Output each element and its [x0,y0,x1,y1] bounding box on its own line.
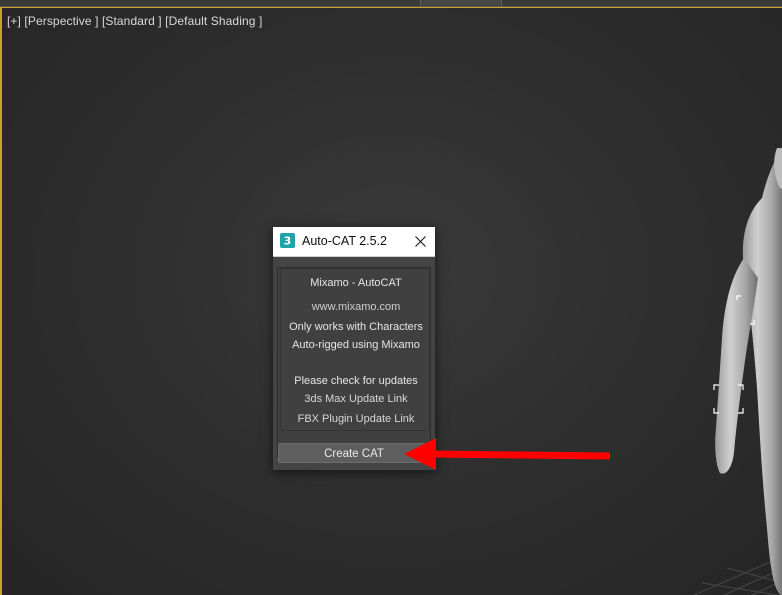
website-link[interactable]: www.mixamo.com [281,301,431,313]
rollout-panel: Mixamo - AutoCAT www.mixamo.com Only wor… [277,267,431,458]
info-group: Mixamo - AutoCAT www.mixamo.com Only wor… [280,268,430,431]
top-toolbar-strip [0,0,782,7]
max-update-link[interactable]: 3ds Max Update Link [281,393,431,405]
note-mixamo: Auto-rigged using Mixamo [292,339,420,351]
heading-label: Mixamo - AutoCAT [310,277,402,289]
3ds-max-app-icon: 3 [280,233,295,248]
note-characters: Only works with Characters [289,321,423,333]
toolbar-tab-segment[interactable] [420,0,502,6]
close-icon [414,236,426,247]
dialog-title: Auto-CAT 2.5.2 [302,234,387,248]
dialog-titlebar[interactable]: 3 Auto-CAT 2.5.2 [273,227,435,257]
create-cat-button[interactable]: Create CAT [278,443,430,463]
app-icon-glyph: 3 [284,235,292,248]
fbx-update-link[interactable]: FBX Plugin Update Link [281,413,431,425]
updates-label: Please check for updates [294,375,418,387]
autocat-dialog: 3 Auto-CAT 2.5.2 Mixamo - AutoCAT www.mi… [273,227,435,470]
close-button[interactable] [405,227,435,256]
